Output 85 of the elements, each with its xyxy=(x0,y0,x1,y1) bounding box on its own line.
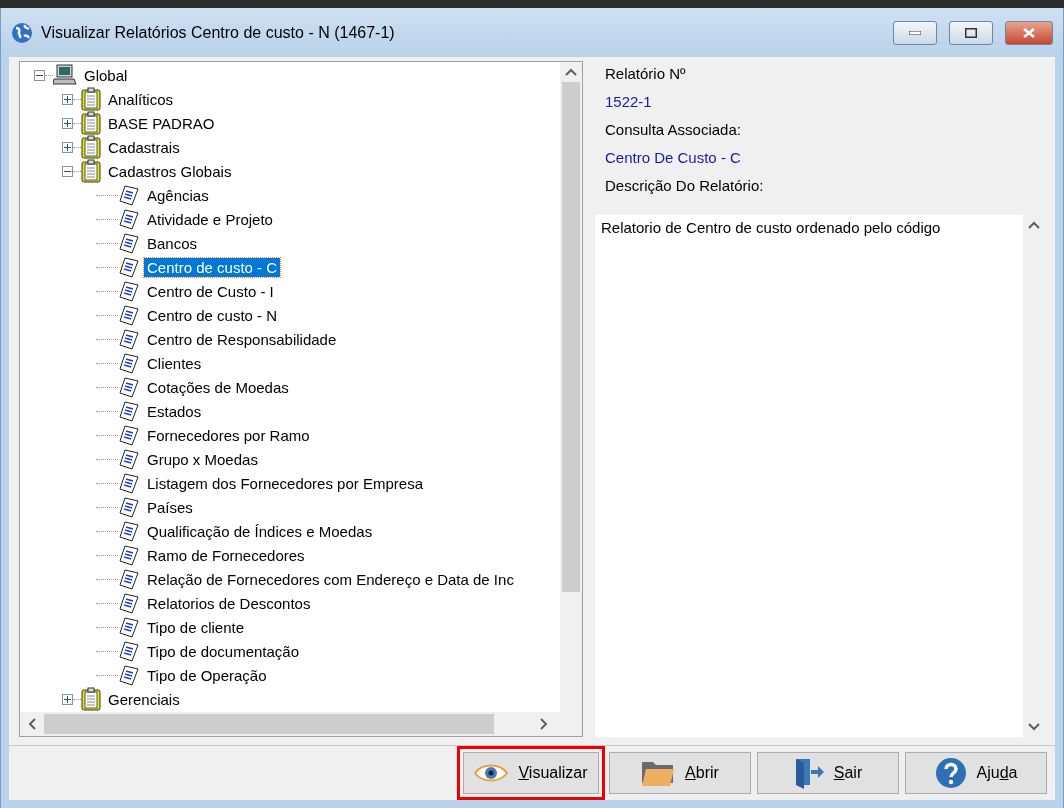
globe-icon xyxy=(11,21,33,44)
scroll-left-icon[interactable] xyxy=(28,718,36,730)
minimize-icon xyxy=(909,30,921,35)
window-title: Visualizar Relatórios Centro de custo - N (1467-1) xyxy=(41,23,396,42)
tree-item[interactable]: Relação de Fornecedores com Endereço e Data de Inc xyxy=(144,569,517,589)
document-icon xyxy=(118,520,140,542)
tree-item[interactable]: Centro de Responsabilidade xyxy=(144,329,340,349)
clipboard-icon xyxy=(81,87,101,111)
tree-item[interactable]: Clientes xyxy=(144,353,205,373)
document-icon xyxy=(118,352,140,374)
tree-item[interactable]: Países xyxy=(144,497,196,517)
tree-item[interactable]: Ramo de Fornecedores xyxy=(144,545,308,565)
query-label: Consulta Associada: xyxy=(604,120,742,140)
tree-item[interactable]: Cadastrais xyxy=(105,137,183,157)
tree-item[interactable]: Centro de custo - C xyxy=(144,257,281,277)
tree-item[interactable]: Estados xyxy=(144,401,205,421)
document-icon xyxy=(118,544,140,566)
tree-item[interactable]: Cadastros Globais xyxy=(105,161,235,181)
tree-item[interactable]: Centro de Custo - I xyxy=(144,281,277,301)
document-icon xyxy=(118,280,140,302)
tree-item[interactable]: Fornecedores por Ramo xyxy=(144,425,313,445)
document-icon xyxy=(118,568,140,590)
document-icon xyxy=(118,304,140,326)
document-icon xyxy=(118,424,140,446)
tree-item[interactable]: Qualificação de Índices e Moedas xyxy=(144,521,376,541)
tree-item[interactable]: Tipo de cliente xyxy=(144,617,247,637)
minimize-button[interactable] xyxy=(893,20,937,45)
document-icon xyxy=(118,664,140,686)
tree-item[interactable]: Listagem dos Fornecedores por Empresa xyxy=(144,473,426,493)
scroll-up-icon[interactable] xyxy=(1028,221,1040,229)
exit-button[interactable]: Sair xyxy=(757,752,899,794)
folder-icon xyxy=(641,759,676,787)
document-icon xyxy=(118,616,140,638)
expand-icon[interactable] xyxy=(62,693,73,705)
tree-item[interactable]: Global xyxy=(81,65,131,85)
clipboard-icon xyxy=(81,111,101,135)
report-number: 1522-1 xyxy=(604,92,653,112)
tree-item[interactable]: Tipo de Operação xyxy=(144,665,270,685)
tree-item[interactable]: Bancos xyxy=(144,233,201,253)
collapse-icon[interactable] xyxy=(34,69,45,81)
document-icon xyxy=(118,592,140,614)
close-icon xyxy=(1023,27,1035,38)
tree-item[interactable]: Tipo de documentação xyxy=(144,641,303,661)
help-button[interactable]: Ajuda xyxy=(905,752,1047,794)
document-icon xyxy=(118,640,140,662)
tree-item[interactable]: Centro de custo - N xyxy=(144,305,281,325)
scroll-right-icon[interactable] xyxy=(540,718,548,730)
expand-icon[interactable] xyxy=(62,141,73,153)
tree-item[interactable]: Agências xyxy=(144,185,212,205)
tree-item[interactable]: BASE PADRAO xyxy=(105,113,218,133)
document-icon xyxy=(118,376,140,398)
help-icon xyxy=(934,757,967,789)
document-icon xyxy=(118,448,140,470)
document-icon xyxy=(118,328,140,350)
tree-item[interactable]: Atividade e Projeto xyxy=(144,209,276,229)
expand-icon[interactable] xyxy=(62,117,73,129)
highlighted-document-icon xyxy=(118,256,140,278)
tree-item[interactable]: Cotações de Moedas xyxy=(144,377,292,397)
open-button[interactable]: Abrir xyxy=(609,752,751,794)
document-icon xyxy=(118,232,140,254)
expand-icon[interactable] xyxy=(62,93,73,105)
computer-icon xyxy=(53,64,77,86)
maximize-icon xyxy=(965,27,977,38)
tree-item[interactable]: Analíticos xyxy=(105,89,177,109)
exit-door-icon xyxy=(793,757,824,789)
document-icon xyxy=(118,184,140,206)
document-icon xyxy=(118,496,140,518)
collapse-icon[interactable] xyxy=(62,165,73,177)
document-icon xyxy=(118,208,140,230)
close-button[interactable] xyxy=(1005,20,1053,45)
tree-item[interactable]: Grupo x Moedas xyxy=(144,449,261,469)
eye-icon xyxy=(474,763,509,783)
document-icon xyxy=(118,400,140,422)
tree-item[interactable]: Gerenciais xyxy=(105,689,183,709)
description-label: Descrição Do Relatório: xyxy=(604,176,765,196)
clipboard-icon xyxy=(81,159,101,183)
report-number-label: Relatório Nº xyxy=(604,64,687,84)
scroll-up-icon[interactable] xyxy=(565,68,577,76)
maximize-button[interactable] xyxy=(949,20,993,45)
clipboard-icon xyxy=(81,135,101,159)
query-name: Centro De Custo - C xyxy=(604,148,742,168)
description-field[interactable]: Relatorio de Centro de custo ordenado pelo código xyxy=(595,215,1045,737)
tree-item[interactable]: Relatorios de Descontos xyxy=(144,593,314,613)
scroll-down-icon[interactable] xyxy=(1028,723,1040,731)
document-icon xyxy=(118,472,140,494)
